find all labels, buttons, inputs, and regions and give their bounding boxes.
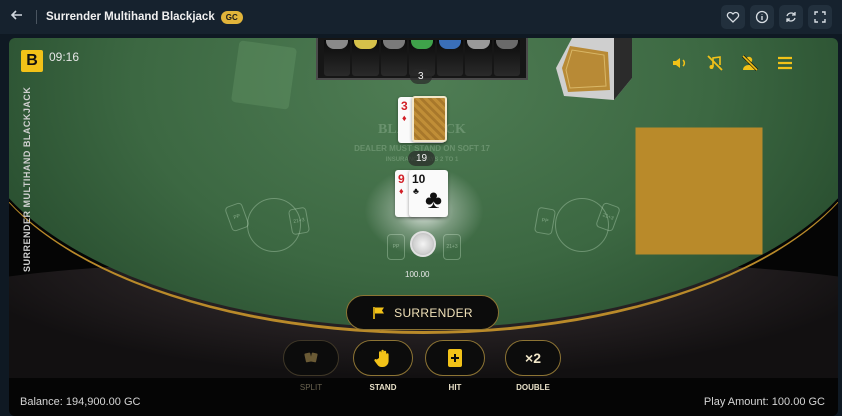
menu-icon[interactable]: [776, 54, 794, 72]
dealer-count: 3: [410, 69, 432, 84]
stand-button[interactable]: [353, 340, 413, 376]
fullscreen-icon[interactable]: [808, 5, 832, 29]
double-label: DOUBLE: [516, 383, 550, 392]
arrow-left-icon[interactable]: [10, 8, 26, 26]
club-pip: ♣: [425, 184, 443, 214]
info-icon[interactable]: [750, 5, 774, 29]
rack-slot: [380, 40, 407, 76]
dealer-hole-card: [412, 96, 447, 142]
plus-card-icon: [448, 349, 462, 367]
top-bar: Surrender Multihand Blackjack GC: [0, 0, 842, 34]
player-count: 19: [408, 151, 436, 166]
surrender-label: SURRENDER: [394, 305, 473, 320]
player-bet-amount: 100.00: [405, 270, 430, 279]
dealer-up-card: 3 ♦: [398, 96, 447, 143]
double-glyph: ×2: [525, 350, 541, 366]
title-separator: [36, 10, 37, 24]
clock: 09:16: [49, 50, 80, 64]
player-card-2: 10 ♣ ♣: [409, 170, 448, 217]
no-dealer-voice-icon[interactable]: [741, 54, 759, 72]
flag-icon: [373, 306, 385, 319]
card-rank: 10: [412, 172, 426, 186]
card-rank: 3: [401, 99, 408, 113]
rack-slot: [352, 40, 379, 76]
play-amount-text: Play Amount: 100.00 GC: [703, 396, 825, 408]
hit-label: HIT: [448, 383, 462, 392]
rack-slot: [493, 40, 520, 76]
card-shoe: [554, 38, 632, 100]
game-title: Surrender Multihand Blackjack: [46, 11, 215, 23]
split-cards-icon: [304, 352, 318, 363]
sound-icon[interactable]: [671, 54, 689, 72]
split-label: SPLIT: [299, 383, 323, 392]
card-suit: ♦: [402, 113, 407, 123]
brand-logo: B: [21, 50, 43, 72]
refresh-icon[interactable]: [779, 5, 803, 29]
discard-tray: [230, 40, 298, 110]
no-music-icon[interactable]: [706, 54, 724, 72]
card-rank: 9: [398, 172, 405, 186]
game-controls: [671, 54, 794, 72]
card-suit: ♦: [399, 186, 404, 196]
rack-slot: [465, 40, 492, 76]
split-button[interactable]: [283, 340, 339, 376]
side-game-title: SURRENDER MULTIHAND BLACKJACK: [22, 86, 32, 272]
currency-badge: GC: [220, 10, 243, 24]
balance-text: Balance: 194,900.00 GC: [20, 396, 141, 408]
player-bet-chip: [410, 231, 436, 257]
stand-label: STAND: [369, 383, 397, 392]
hit-button[interactable]: [425, 340, 485, 376]
rack-slot: [324, 40, 351, 76]
card-suit: ♣: [413, 186, 419, 196]
heart-icon[interactable]: [721, 5, 745, 29]
game-area: B 09:16 SURRENDER MULTIHAND BLACKJACK BL…: [9, 38, 838, 416]
top-icon-group: [721, 5, 832, 29]
double-button[interactable]: ×2: [505, 340, 561, 376]
hand-icon: [374, 349, 389, 367]
rack-slot: [437, 40, 464, 76]
surrender-button[interactable]: SURRENDER: [346, 295, 499, 330]
